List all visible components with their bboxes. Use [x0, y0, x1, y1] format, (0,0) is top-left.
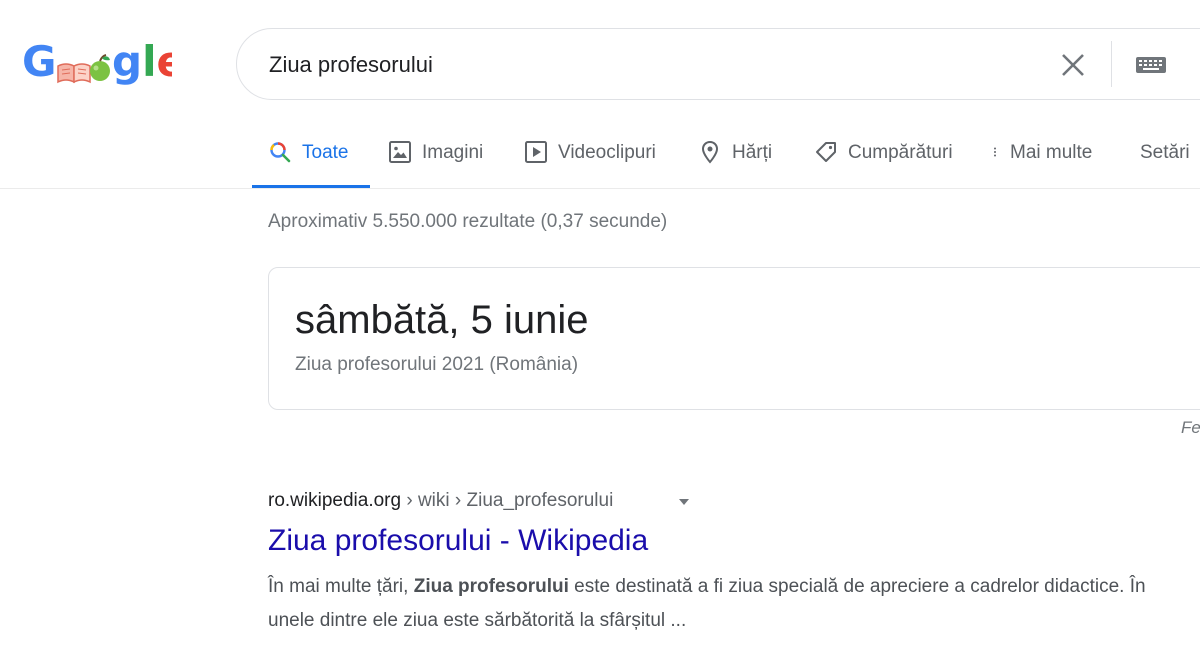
- tab-more[interactable]: Mai multe: [992, 132, 1092, 188]
- tab-videos-label: Videoclipuri: [558, 142, 656, 163]
- tab-shopping[interactable]: Cumpărături: [814, 132, 953, 188]
- tab-videos[interactable]: Videoclipuri: [524, 132, 656, 188]
- tab-more-label: Mai multe: [1010, 142, 1093, 163]
- apple-icon: [90, 54, 110, 81]
- search-icon: [270, 142, 291, 163]
- search-box[interactable]: [236, 28, 1200, 100]
- tab-images-label: Imagini: [422, 142, 484, 163]
- answer-date: sâmbătă, 5 iunie: [295, 298, 589, 342]
- keyboard-icon: [1136, 57, 1166, 73]
- result-menu-button[interactable]: [676, 494, 692, 510]
- result-snippet: În mai multe țări, Ziua profesorului est…: [268, 570, 1188, 638]
- tab-images[interactable]: Imagini: [388, 132, 483, 188]
- tab-settings[interactable]: Setări: [1140, 132, 1190, 188]
- result-url[interactable]: ro.wikipedia.org › wiki › Ziua_profesoru…: [268, 490, 613, 512]
- tag-icon: [816, 142, 836, 162]
- tab-maps-label: Hărți: [732, 142, 773, 163]
- logo-letters-gle: gle: [112, 38, 172, 86]
- tab-shopping-label: Cumpărături: [848, 142, 953, 163]
- keyboard-button[interactable]: [1135, 53, 1167, 77]
- result-domain: ro.wikipedia.org: [268, 490, 402, 511]
- search-input[interactable]: [269, 49, 969, 81]
- feedback-link[interactable]: Fe: [1181, 418, 1200, 438]
- tab-all[interactable]: Toate: [268, 132, 348, 188]
- google-doodle-logo: G gle: [22, 37, 185, 86]
- logo-letter-g: G: [22, 38, 56, 86]
- tabs-divider: [0, 188, 1200, 189]
- caret-down-icon: [679, 499, 689, 505]
- clear-search-button[interactable]: [1055, 47, 1091, 83]
- snippet-prefix: În mai multe țări,: [268, 576, 414, 597]
- tab-maps[interactable]: Hărți: [698, 132, 772, 188]
- result-stats: Aproximativ 5.550.000 rezultate (0,37 se…: [268, 211, 668, 232]
- search-divider: [1111, 41, 1112, 87]
- more-vert-icon: [994, 147, 996, 157]
- snippet-bold: Ziua profesorului: [413, 576, 569, 597]
- map-pin-icon: [701, 140, 719, 164]
- answer-card: sâmbătă, 5 iunie Ziua profesorului 2021 …: [268, 267, 1200, 410]
- video-icon: [525, 141, 547, 163]
- book-icon: [57, 63, 91, 84]
- result-title-link[interactable]: Ziua profesorului - Wikipedia: [268, 524, 648, 558]
- result-breadcrumb: › wiki › Ziua_profesorului: [401, 490, 614, 511]
- image-icon: [389, 141, 411, 163]
- google-logo[interactable]: G gle: [22, 37, 185, 90]
- tab-all-label: Toate: [302, 142, 349, 163]
- tab-settings-label: Setări: [1140, 142, 1190, 163]
- answer-subtitle: Ziua profesorului 2021 (România): [295, 354, 579, 375]
- close-icon: [1062, 54, 1084, 76]
